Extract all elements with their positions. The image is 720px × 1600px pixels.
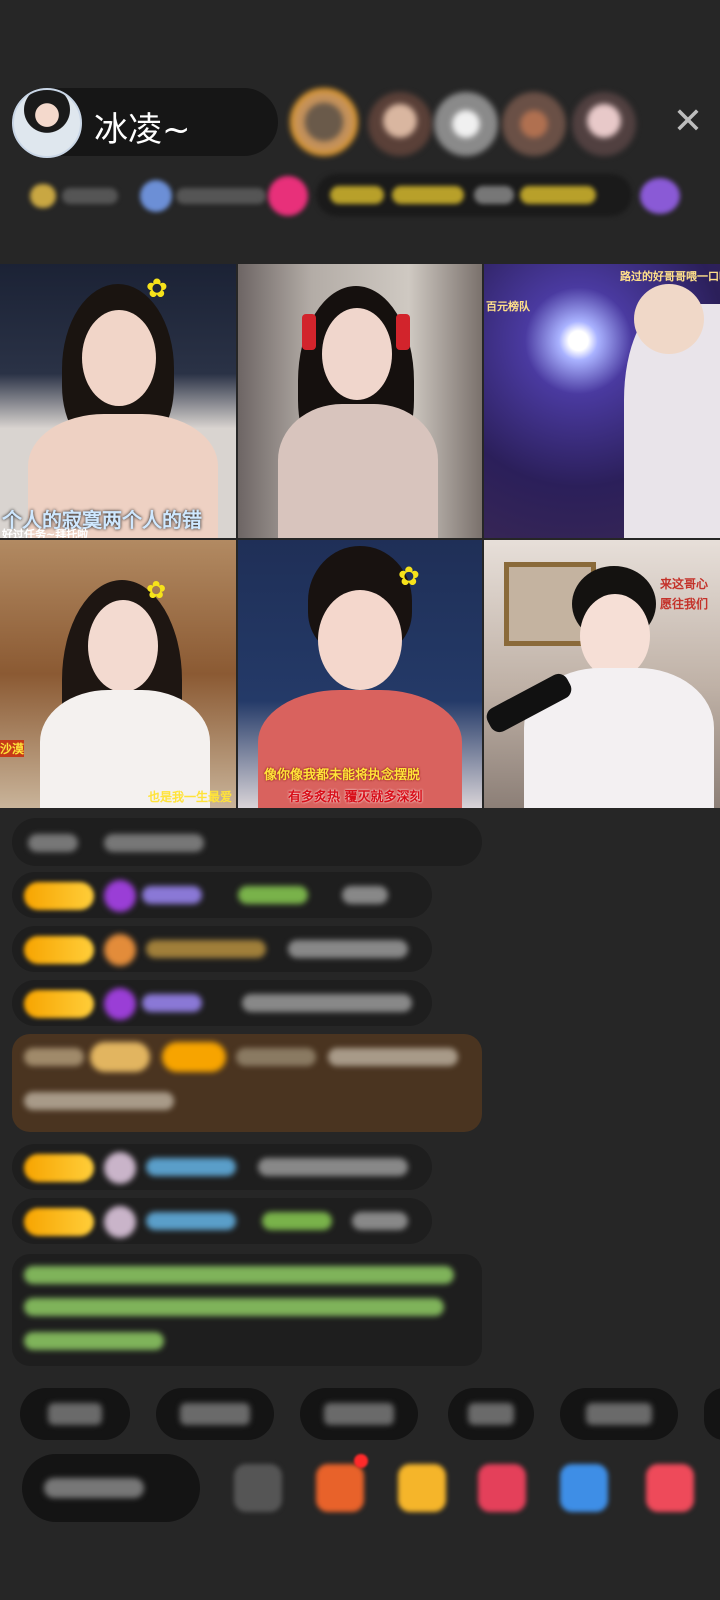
chat-message-highlight[interactable] [12, 1034, 482, 1132]
heart-icon[interactable] [478, 1464, 526, 1512]
chat-system-notice [12, 1254, 482, 1366]
notification-dot-icon [354, 1454, 368, 1468]
emoji-icon[interactable] [234, 1464, 282, 1512]
more-gift-icon[interactable] [646, 1464, 694, 1512]
chat-message[interactable] [12, 818, 482, 866]
host-info-pill[interactable]: 冰凌~ [12, 88, 278, 158]
tile-side-caption: 百元榜队 [486, 300, 530, 313]
flower-decoration-icon: ✿ [146, 576, 167, 604]
tile-lyric-line2: 有多炙热 覆灭就多深刻 [288, 790, 423, 805]
viewer-avatar[interactable] [502, 92, 566, 156]
flower-decoration-icon: ✿ [398, 562, 420, 592]
tile-left-caption: 沙漠 [0, 740, 25, 757]
tile-sub-caption: 好过任务~拜托啦 [2, 528, 89, 538]
quick-reply-button[interactable] [20, 1388, 130, 1440]
host-avatar[interactable] [12, 88, 82, 158]
close-icon[interactable]: ✕ [670, 104, 706, 140]
viewer-avatar[interactable] [572, 92, 636, 156]
game-icon[interactable] [398, 1464, 446, 1512]
multi-guest-video-grid: ✿ 个人的寂寞两个人的错 好过任务~拜托啦 路过的好哥哥喂一口吧 百元榜队 ✿ … [0, 264, 720, 808]
quick-reply-button[interactable] [156, 1388, 274, 1440]
quick-reply-button[interactable] [704, 1388, 720, 1440]
chat-message[interactable] [12, 1144, 432, 1190]
chat-message[interactable] [12, 872, 432, 918]
comment-input[interactable] [22, 1454, 200, 1522]
chat-message[interactable] [12, 1198, 432, 1244]
tile-top-caption: 路过的好哥哥喂一口吧 [620, 270, 720, 283]
video-tile[interactable] [238, 264, 482, 538]
tile-lyric-caption: 也是我一生最爱 [148, 790, 233, 804]
viewer-avatar[interactable] [290, 88, 358, 156]
viewer-avatar[interactable] [368, 92, 432, 156]
tile-side-caption: 来这哥心愿往我们 [660, 577, 709, 611]
gift-box-icon[interactable] [316, 1464, 364, 1512]
video-tile[interactable]: 路过的好哥哥喂一口吧 百元榜队 [484, 264, 720, 538]
quick-reply-button[interactable] [560, 1388, 678, 1440]
quick-reply-button[interactable] [448, 1388, 534, 1440]
viewer-avatar[interactable] [434, 92, 498, 156]
video-tile[interactable]: ✿ 个人的寂寞两个人的错 好过任务~拜托啦 [0, 264, 236, 538]
quick-reply-button[interactable] [300, 1388, 418, 1440]
chat-message[interactable] [12, 980, 432, 1026]
flower-decoration-icon: ✿ [146, 274, 168, 304]
share-icon[interactable] [560, 1464, 608, 1512]
host-name: 冰凌~ [94, 110, 191, 150]
video-tile[interactable]: ✿ 也是我一生最爱 沙漠 [0, 540, 236, 808]
video-tile[interactable]: 来这哥心愿往我们 [484, 540, 720, 808]
tile-lyric-line1: 像你像我都未能将执念摆脱 [264, 768, 421, 783]
video-tile[interactable]: ✿ 像你像我都未能将执念摆脱 有多炙热 覆灭就多深刻 [238, 540, 482, 808]
chat-message[interactable] [12, 926, 432, 972]
